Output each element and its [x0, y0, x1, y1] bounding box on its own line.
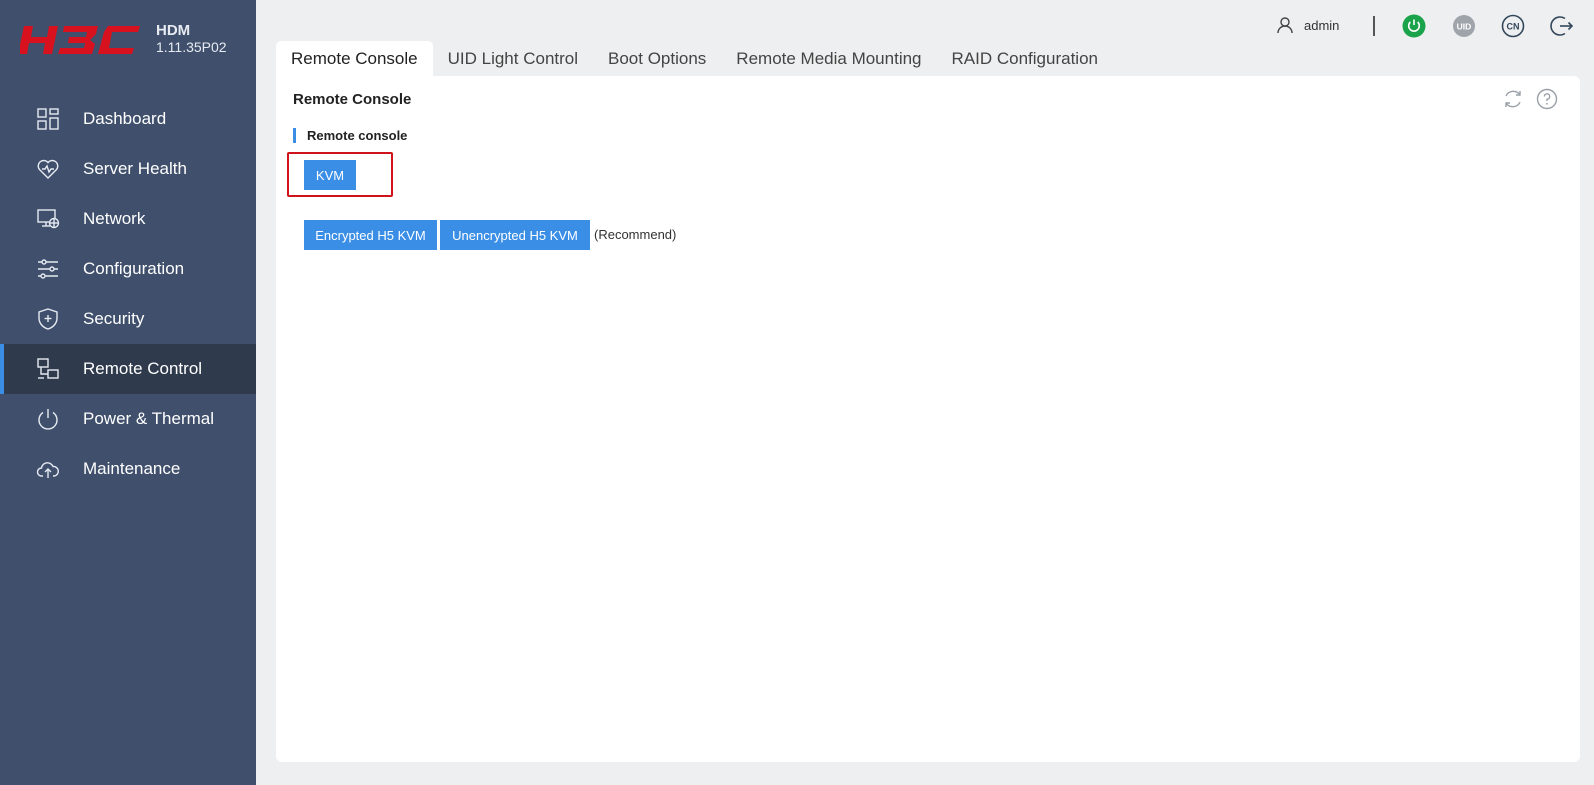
- power-icon: [34, 405, 62, 433]
- language-label: CN: [1507, 22, 1520, 32]
- uid-label: UID: [1457, 22, 1472, 32]
- sliders-icon: [34, 255, 62, 283]
- sidebar-item-network[interactable]: Network: [0, 194, 256, 244]
- sidebar-item-label: Configuration: [83, 259, 185, 278]
- uid-icon: UID: [1453, 15, 1475, 37]
- cloud-upload-icon: [34, 455, 62, 483]
- sidebar-item-label: Maintenance: [83, 459, 181, 478]
- sidebar-item-maintenance[interactable]: Maintenance: [0, 444, 256, 494]
- recommend-label: (Recommend): [594, 227, 677, 242]
- refresh-icon[interactable]: [1502, 88, 1524, 110]
- sidebar-item-power-thermal[interactable]: Power & Thermal: [0, 394, 256, 444]
- panel-tools: [1502, 88, 1558, 110]
- header-divider: [1373, 16, 1375, 36]
- section-title: Remote console: [293, 128, 407, 143]
- shield-icon: [34, 305, 62, 333]
- heart-icon: [34, 155, 62, 183]
- sidebar-item-label: Power & Thermal: [83, 409, 215, 428]
- logout-button[interactable]: [1550, 14, 1574, 38]
- user-icon: [1277, 17, 1293, 34]
- dashboard-icon: [34, 105, 62, 133]
- sidebar-nav: Dashboard Server Health Network Configur…: [0, 94, 256, 494]
- power-status-button[interactable]: [1402, 14, 1426, 38]
- language-button[interactable]: CN: [1501, 14, 1525, 38]
- sidebar-item-label: Security: [83, 309, 145, 328]
- sidebar-item-label: Remote Control: [83, 359, 203, 378]
- product-info: HDM 1.11.35P02: [156, 22, 227, 56]
- user-menu[interactable]: admin: [1276, 16, 1339, 34]
- sidebar-item-configuration[interactable]: Configuration: [0, 244, 256, 294]
- product-version: 1.11.35P02: [156, 39, 227, 55]
- sidebar-item-security[interactable]: Security: [0, 294, 256, 344]
- tab-uid-light-control[interactable]: UID Light Control: [433, 41, 593, 76]
- encrypted-h5-kvm-button[interactable]: Encrypted H5 KVM: [304, 220, 437, 250]
- tab-boot-options[interactable]: Boot Options: [593, 41, 721, 76]
- product-name: HDM: [156, 22, 191, 39]
- sidebar-item-server-health[interactable]: Server Health: [0, 144, 256, 194]
- logout-icon: [1550, 16, 1574, 36]
- language-icon: CN: [1501, 14, 1525, 38]
- h3c-logo: [20, 26, 140, 54]
- kvm-button[interactable]: KVM: [304, 160, 356, 190]
- power-status-icon: [1402, 14, 1426, 38]
- top-header: admin UID CN: [256, 0, 1594, 40]
- sidebar-item-label: Network: [83, 209, 146, 228]
- page-title: Remote Console: [293, 91, 412, 108]
- tab-remote-console[interactable]: Remote Console: [276, 41, 433, 76]
- remote-control-icon: [34, 355, 62, 383]
- sidebar: HDM 1.11.35P02 Dashboard Server Health N…: [0, 0, 256, 785]
- content-panel: Remote Console Remote console KVM Encryp…: [276, 76, 1580, 762]
- tab-remote-media-mounting[interactable]: Remote Media Mounting: [721, 41, 936, 76]
- help-icon[interactable]: [1536, 88, 1558, 110]
- sidebar-item-remote-control[interactable]: Remote Control: [0, 344, 256, 394]
- tab-bar: Remote Console UID Light Control Boot Op…: [276, 41, 1113, 76]
- tab-raid-configuration[interactable]: RAID Configuration: [937, 41, 1113, 76]
- sidebar-item-label: Dashboard: [83, 109, 167, 128]
- sidebar-item-dashboard[interactable]: Dashboard: [0, 94, 256, 144]
- network-icon: [34, 205, 62, 233]
- unencrypted-h5-kvm-button[interactable]: Unencrypted H5 KVM: [440, 220, 590, 250]
- uid-button[interactable]: UID: [1452, 14, 1476, 38]
- sidebar-item-label: Server Health: [83, 159, 187, 178]
- username-label: admin: [1304, 17, 1340, 33]
